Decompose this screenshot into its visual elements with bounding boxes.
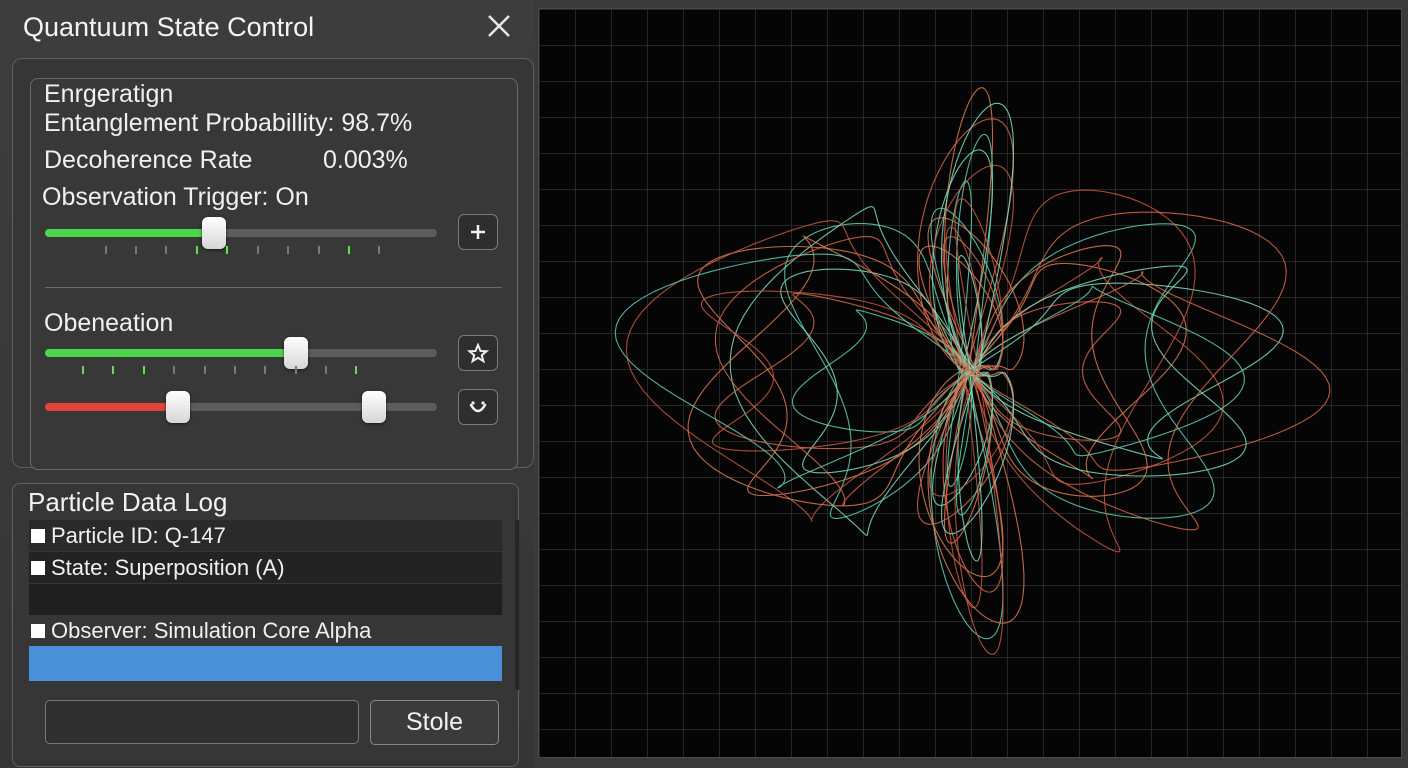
slider-tick: [105, 246, 107, 254]
plus-button[interactable]: [458, 214, 498, 250]
decoherence-value: 0.003%: [323, 146, 408, 174]
slider-tick: [165, 246, 167, 254]
row-checkbox[interactable]: [31, 624, 45, 638]
row-checkbox[interactable]: [31, 529, 45, 543]
range-slider-fill: [45, 403, 179, 411]
log-row[interactable]: Particle ID: Q-147: [29, 520, 502, 551]
section-heading: Enrgeratign: [44, 80, 174, 108]
trajectory-line: [969, 257, 1224, 485]
command-input[interactable]: [45, 700, 359, 744]
smile-icon: [469, 401, 487, 413]
slider-tick: [295, 366, 297, 374]
log-row[interactable]: State: Superposition (A): [29, 552, 502, 583]
log-scrollbar[interactable]: [515, 520, 519, 690]
plus-icon: [471, 225, 485, 239]
slider-tick: [112, 366, 114, 374]
smile-button[interactable]: [458, 389, 498, 425]
row-checkbox[interactable]: [31, 561, 45, 575]
slider-tick: [204, 366, 206, 374]
observation-slider-thumb[interactable]: [283, 337, 308, 369]
log-row-text: Particle ID: Q-147: [51, 523, 226, 548]
close-icon: [488, 15, 510, 37]
sub-heading: Obeneation: [44, 309, 174, 337]
decoherence-label: Decoherence Rate: [44, 146, 253, 174]
quantum-visualization[interactable]: [538, 8, 1402, 758]
trajectory-line: [969, 211, 1287, 531]
range-slider-low-thumb[interactable]: [166, 391, 191, 423]
entanglement-slider-track[interactable]: [45, 229, 437, 237]
log-row-text: State: Superposition (A): [51, 555, 285, 580]
trajectory-line: [969, 262, 1187, 480]
slider-tick: [143, 366, 145, 374]
slider-tick: [196, 246, 198, 254]
log-selection-bar[interactable]: [29, 646, 502, 681]
log-row[interactable]: Observer: Simulation Core Alpha: [29, 615, 502, 646]
log-row-empty[interactable]: [29, 584, 502, 615]
section-divider: [45, 287, 502, 288]
range-slider-high-thumb[interactable]: [362, 391, 387, 423]
entanglement-slider-fill: [45, 229, 214, 237]
trajectory-plot: [614, 87, 1331, 655]
trajectory-line: [614, 253, 971, 489]
trajectory-line: [918, 245, 1004, 578]
entanglement-slider-thumb[interactable]: [201, 217, 226, 249]
slider-tick: [325, 366, 327, 374]
slider-tick: [355, 366, 357, 374]
observation-trigger-label: Observation Trigger: On: [42, 183, 309, 211]
slider-tick: [348, 246, 350, 254]
trajectory-line: [625, 220, 971, 522]
observation-slider-fill: [45, 349, 296, 357]
slider-tick: [318, 246, 320, 254]
observation-slider-track[interactable]: [45, 349, 437, 357]
slider-tick: [287, 246, 289, 254]
star-button[interactable]: [458, 335, 498, 371]
star-icon: [466, 342, 490, 364]
slider-tick: [234, 366, 236, 374]
slider-tick: [378, 246, 380, 254]
log-row-text: Observer: Simulation Core Alpha: [51, 618, 372, 643]
stole-button[interactable]: Stole: [370, 700, 499, 745]
particle-log-title: Particle Data Log: [28, 487, 228, 517]
slider-tick: [173, 366, 175, 374]
slider-tick: [135, 246, 137, 254]
slider-tick: [226, 246, 228, 254]
close-button[interactable]: [480, 8, 518, 46]
panel-title: Quantuum State Control: [23, 12, 315, 42]
slider-tick: [257, 246, 259, 254]
slider-tick: [264, 366, 266, 374]
slider-tick: [82, 366, 84, 374]
entanglement-readout: Entanglement Probabillity: 98.7%: [44, 109, 413, 137]
